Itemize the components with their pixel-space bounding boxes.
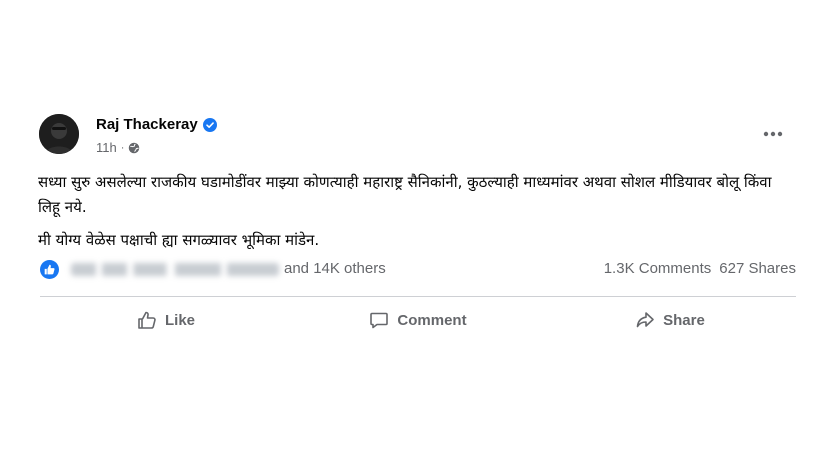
comment-button[interactable]: Comment	[292, 303, 544, 337]
reactors-count[interactable]: and 14K others	[284, 260, 386, 277]
post-stats: and 14K others 1.3K Comments 627 Shares	[40, 258, 796, 282]
like-label: Like	[164, 311, 195, 329]
author-row: Raj Thackeray	[96, 116, 217, 133]
like-button[interactable]: Like	[40, 303, 292, 337]
like-reaction-icon[interactable]	[40, 260, 59, 279]
avatar-photo-icon	[39, 114, 79, 154]
post-options-button[interactable]	[758, 123, 788, 145]
globe-icon[interactable]	[128, 142, 140, 154]
post-body: सध्या सुरु असलेल्या राजकीय घडामोडींवर मा…	[38, 170, 798, 253]
post-meta: 11h ·	[96, 140, 140, 155]
more-dots-icon	[763, 131, 783, 137]
author-name[interactable]: Raj Thackeray	[96, 116, 198, 133]
share-button[interactable]: Share	[544, 303, 796, 337]
comment-bubble-icon	[370, 312, 389, 329]
facebook-post: Raj Thackeray 11h · सध्या सुरु असलेल्या …	[0, 0, 830, 461]
post-actions: Like Comment Share	[40, 303, 796, 337]
thumbs-up-outline-icon	[138, 311, 156, 329]
actions-divider	[40, 296, 796, 297]
thumbs-up-icon	[44, 264, 55, 275]
comment-label: Comment	[397, 311, 467, 329]
reactor-names-blurred[interactable]	[71, 263, 279, 276]
share-label: Share	[663, 311, 705, 329]
comments-count[interactable]: 1.3K Comments	[604, 260, 712, 277]
meta-separator: ·	[120, 141, 125, 154]
verified-badge-icon	[202, 117, 217, 132]
post-paragraph: मी योग्य वेळेस पक्षाची ह्या सगळ्यावर भूम…	[38, 231, 320, 249]
shares-count[interactable]: 627 Shares	[719, 260, 796, 277]
author-avatar[interactable]	[39, 114, 79, 154]
post-paragraph: सध्या सुरु असलेल्या राजकीय घडामोडींवर मा…	[38, 173, 772, 216]
share-arrow-icon	[636, 312, 654, 328]
engagement-counts: 1.3K Comments 627 Shares	[604, 260, 796, 277]
post-time[interactable]: 11h	[96, 140, 117, 155]
